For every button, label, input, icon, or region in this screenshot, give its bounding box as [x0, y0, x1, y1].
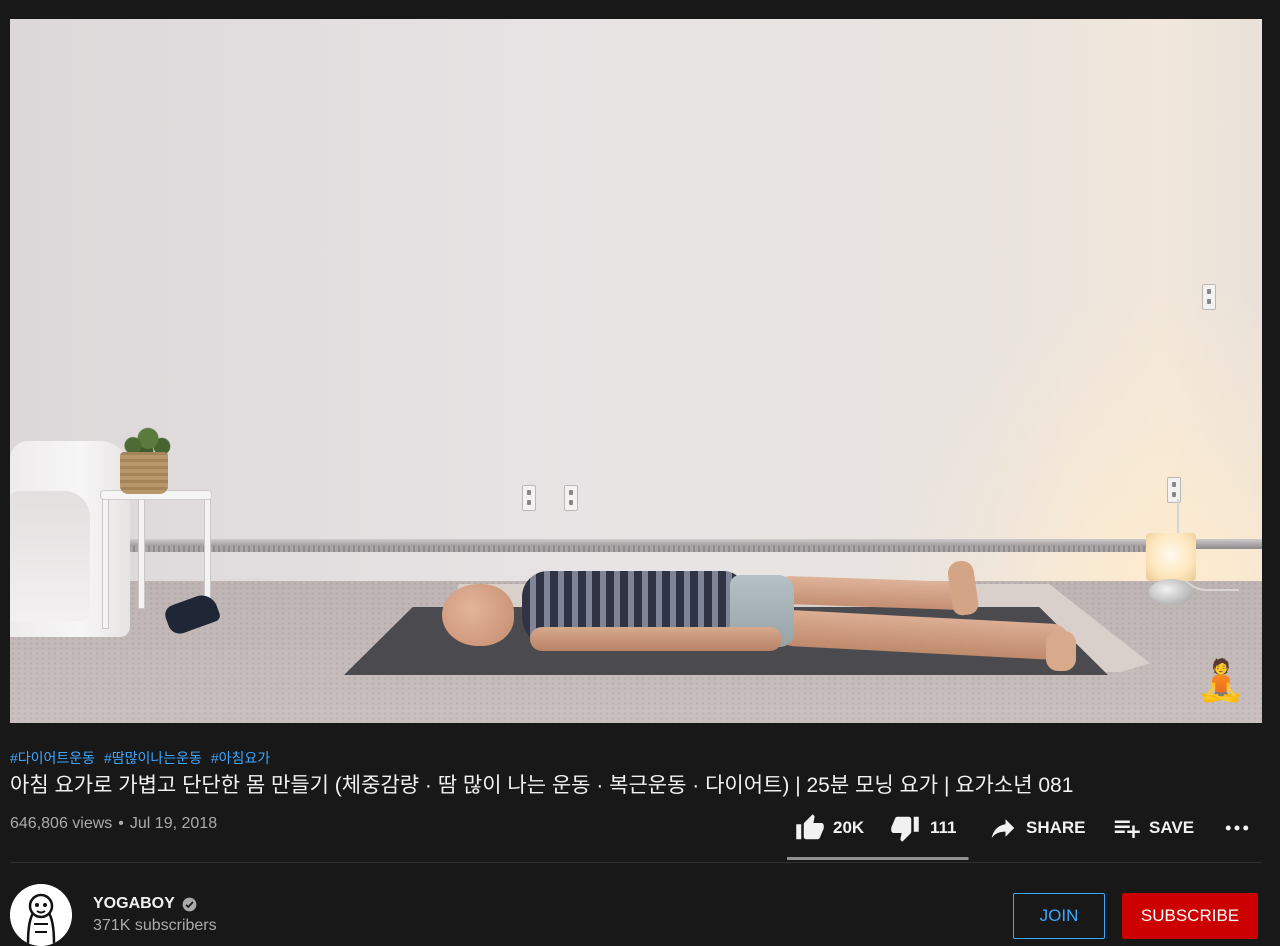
channel-name-row: YOGABOY	[93, 895, 197, 913]
subscribe-button[interactable]: SUBSCRIBE	[1122, 893, 1258, 939]
video-player[interactable]: 🧘	[10, 19, 1262, 723]
hashtag-link[interactable]: #땀많이나는운동	[104, 750, 202, 766]
join-button[interactable]: JOIN	[1013, 893, 1105, 939]
share-arrow-icon	[988, 813, 1018, 843]
view-count: 646,806 views	[10, 815, 113, 832]
more-actions-button[interactable]	[1222, 808, 1252, 848]
like-count: 20K	[833, 818, 865, 837]
share-label: SHARE	[1026, 818, 1086, 837]
channel-name[interactable]: YOGABOY	[93, 895, 175, 913]
video-meta: 646,806 views • Jul 19, 2018	[10, 815, 217, 833]
divider	[10, 862, 1262, 863]
save-label: SAVE	[1149, 818, 1195, 837]
hashtag-link[interactable]: #다이어트운동	[10, 750, 95, 766]
hashtag-row: #다이어트운동 #땀많이나는운동 #아침요가	[10, 748, 275, 768]
wall-outlet	[564, 485, 578, 511]
playlist-add-icon	[1111, 813, 1141, 843]
thumb-up-icon	[795, 813, 825, 843]
more-horiz-icon	[1222, 813, 1252, 843]
like-ratio-bar	[787, 857, 969, 860]
save-button[interactable]: SAVE	[1111, 808, 1194, 848]
wall-switch	[1202, 284, 1216, 310]
verified-check-icon	[182, 897, 197, 912]
yogaboy-watermark-icon[interactable]: 🧘	[1196, 655, 1246, 707]
wall-outlet	[522, 485, 536, 511]
hashtag-link[interactable]: #아침요가	[211, 750, 270, 766]
subscriber-count: 371K subscribers	[93, 917, 217, 934]
publish-date: Jul 19, 2018	[129, 815, 218, 832]
dislike-button[interactable]: 111	[890, 808, 957, 848]
share-button[interactable]: SHARE	[988, 808, 1086, 848]
like-button[interactable]: 20K	[795, 808, 864, 848]
meta-separator: •	[118, 815, 124, 832]
video-title: 아침 요가로 가볍고 단단한 몸 만들기 (체중감량 · 땀 많이 나는 운동 …	[10, 774, 1074, 797]
like-ratio-fill	[787, 857, 968, 860]
thumb-down-icon	[890, 813, 920, 843]
dislike-count: 111	[930, 818, 957, 837]
table-lamp	[1146, 533, 1196, 581]
baseboard-heater	[120, 546, 1160, 552]
